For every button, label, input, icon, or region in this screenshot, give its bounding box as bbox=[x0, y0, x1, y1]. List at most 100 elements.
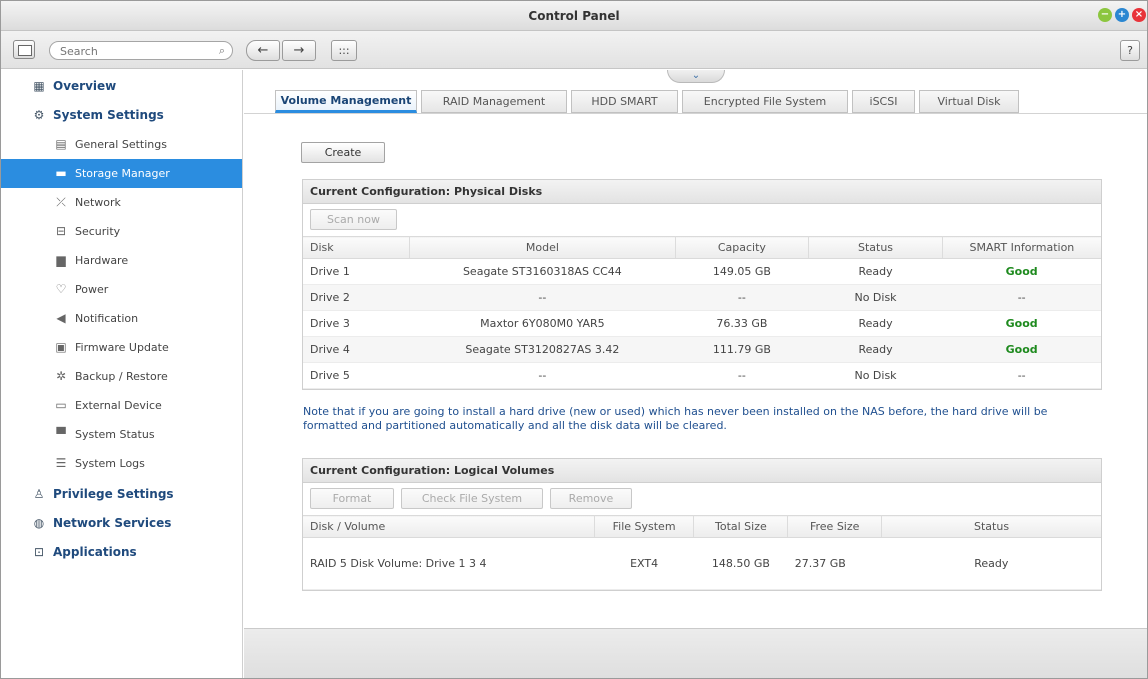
sidebar-item-overview[interactable]: ▦ Overview bbox=[1, 72, 242, 101]
sidebar-item-privilege-settings[interactable]: ♙ Privilege Settings bbox=[1, 480, 242, 509]
tab-virtual-disk[interactable]: Virtual Disk bbox=[919, 90, 1019, 113]
sidebar-item-network-services[interactable]: ◍ Network Services bbox=[1, 509, 242, 538]
sidebar-item-hardware[interactable]: ▆ Hardware bbox=[1, 246, 242, 275]
model-cell: -- bbox=[409, 362, 676, 389]
column-header[interactable]: Model bbox=[409, 236, 676, 259]
tab-raid-management[interactable]: RAID Management bbox=[421, 90, 567, 113]
column-header[interactable]: Disk bbox=[303, 236, 411, 259]
tab-volume-management[interactable]: Volume Management bbox=[275, 90, 417, 113]
sidebar-item-system-status[interactable]: ▀ System Status bbox=[1, 420, 242, 449]
window-title: Control Panel bbox=[528, 9, 620, 23]
model-cell: -- bbox=[409, 284, 676, 311]
general-settings-icon: ▤ bbox=[55, 137, 67, 151]
help-button[interactable]: ? bbox=[1120, 40, 1140, 61]
total-size-cell: 148.50 GB bbox=[693, 537, 788, 590]
table-row[interactable]: RAID 5 Disk Volume: Drive 1 3 4 EXT4 148… bbox=[303, 537, 1101, 590]
smart-cell[interactable]: Good bbox=[942, 258, 1101, 285]
status-cell: Ready bbox=[808, 336, 943, 363]
sidebar-item-external-device[interactable]: ▭ External Device bbox=[1, 391, 242, 420]
capacity-cell: 76.33 GB bbox=[675, 310, 809, 337]
sidebar-item-storage-manager[interactable]: ▬ Storage Manager bbox=[1, 159, 242, 188]
column-header[interactable]: SMART Information bbox=[942, 236, 1101, 259]
back-button[interactable]: ← bbox=[246, 40, 280, 61]
check-file-system-button[interactable]: Check File System bbox=[401, 488, 543, 509]
table-row[interactable]: Drive 4 Seagate ST3120827AS 3.42 111.79 … bbox=[303, 336, 1101, 363]
disk-cell: Drive 2 bbox=[303, 284, 410, 311]
column-header[interactable]: Capacity bbox=[675, 236, 810, 259]
create-button[interactable]: Create bbox=[301, 142, 385, 163]
maximize-icon[interactable]: + bbox=[1115, 8, 1129, 22]
status-cell: Ready bbox=[881, 537, 1101, 590]
sidebar-item-applications[interactable]: ⊡ Applications bbox=[1, 538, 242, 567]
sidebar-item-backup-restore[interactable]: ✲ Backup / Restore bbox=[1, 362, 242, 391]
monitor-icon: ▀ bbox=[56, 427, 66, 441]
tab-iscsi[interactable]: iSCSI bbox=[852, 90, 915, 113]
logs-icon: ☰ bbox=[55, 456, 67, 470]
capacity-cell: 149.05 GB bbox=[675, 258, 809, 285]
disk-cell: Drive 3 bbox=[303, 310, 410, 337]
logical-volumes-table: Disk / Volume File System Total Size Fre… bbox=[303, 515, 1101, 590]
disk-cell: Drive 5 bbox=[303, 362, 410, 389]
table-row[interactable]: Drive 5 -- -- No Disk -- bbox=[303, 362, 1101, 389]
smart-cell[interactable]: Good bbox=[942, 336, 1101, 363]
column-header[interactable]: Status bbox=[881, 515, 1101, 538]
sidebar-item-firmware-update[interactable]: ▣ Firmware Update bbox=[1, 333, 242, 362]
remove-button[interactable]: Remove bbox=[550, 488, 632, 509]
app-menu-icon[interactable] bbox=[13, 40, 35, 59]
apps-grid-button[interactable]: ::: bbox=[331, 40, 357, 61]
format-warning-note: Note that if you are going to install a … bbox=[303, 405, 1048, 432]
sidebar: ▦ Overview ⚙ System Settings ▤ General S… bbox=[1, 70, 243, 678]
smart-cell[interactable]: Good bbox=[942, 310, 1101, 337]
free-size-cell: 27.37 GB bbox=[787, 537, 882, 590]
physical-disks-table: Disk Model Capacity Status SMART Informa… bbox=[303, 236, 1101, 389]
user-icon: ♙ bbox=[33, 487, 45, 501]
column-header[interactable]: File System bbox=[594, 515, 695, 538]
model-cell: Maxtor 6Y080M0 YAR5 bbox=[409, 310, 676, 337]
search-box[interactable]: ⌕ bbox=[49, 41, 233, 60]
status-cell: Ready bbox=[808, 258, 943, 285]
sidebar-item-system-settings[interactable]: ⚙ System Settings bbox=[1, 101, 242, 130]
column-header[interactable]: Free Size bbox=[787, 515, 883, 538]
tab-hdd-smart[interactable]: HDD SMART bbox=[571, 90, 678, 113]
forward-button[interactable]: → bbox=[282, 40, 316, 61]
disk-cell: Drive 1 bbox=[303, 258, 410, 285]
backup-icon: ✲ bbox=[55, 369, 67, 383]
notification-icon: ◀ bbox=[56, 311, 66, 325]
sidebar-item-network[interactable]: ⤫ Network bbox=[1, 188, 242, 217]
search-icon[interactable]: ⌕ bbox=[219, 44, 225, 58]
footer-bar bbox=[244, 628, 1147, 678]
table-row[interactable]: Drive 3 Maxtor 6Y080M0 YAR5 76.33 GB Rea… bbox=[303, 310, 1101, 337]
physical-disks-title: Current Configuration: Physical Disks bbox=[303, 180, 1101, 204]
power-icon: ♡ bbox=[55, 282, 67, 296]
scan-now-button[interactable]: Scan now bbox=[310, 209, 397, 230]
overview-icon: ▦ bbox=[33, 79, 45, 93]
sidebar-item-system-logs[interactable]: ☰ System Logs bbox=[1, 449, 242, 478]
storage-icon: ▬ bbox=[55, 166, 67, 180]
table-row[interactable]: Drive 2 -- -- No Disk -- bbox=[303, 284, 1101, 311]
volume-cell: RAID 5 Disk Volume: Drive 1 3 4 bbox=[303, 537, 595, 590]
status-cell: No Disk bbox=[808, 284, 943, 311]
network-services-icon: ◍ bbox=[33, 516, 45, 530]
model-cell: Seagate ST3160318AS CC44 bbox=[409, 258, 676, 285]
sidebar-item-notification[interactable]: ◀ Notification bbox=[1, 304, 242, 333]
column-header[interactable]: Status bbox=[808, 236, 943, 259]
close-icon[interactable]: × bbox=[1132, 8, 1146, 22]
logical-volumes-panel: Current Configuration: Logical Volumes F… bbox=[302, 458, 1102, 591]
tab-encrypted-file-system[interactable]: Encrypted File System bbox=[682, 90, 848, 113]
column-header[interactable]: Disk / Volume bbox=[303, 515, 595, 538]
logical-volumes-title: Current Configuration: Logical Volumes bbox=[303, 459, 1101, 483]
sidebar-item-security[interactable]: ⊟ Security bbox=[1, 217, 242, 246]
status-cell: No Disk bbox=[808, 362, 943, 389]
search-input[interactable] bbox=[60, 44, 210, 58]
minimize-icon[interactable]: − bbox=[1098, 8, 1112, 22]
status-cell: Ready bbox=[808, 310, 943, 337]
sidebar-item-power[interactable]: ♡ Power bbox=[1, 275, 242, 304]
table-header-row: Disk / Volume File System Total Size Fre… bbox=[303, 515, 1101, 538]
column-header[interactable]: Total Size bbox=[693, 515, 789, 538]
physical-disks-panel: Current Configuration: Physical Disks Sc… bbox=[302, 179, 1102, 390]
sidebar-item-general-settings[interactable]: ▤ General Settings bbox=[1, 130, 242, 159]
collapse-toggle-icon[interactable]: ⌄ bbox=[667, 70, 725, 83]
format-button[interactable]: Format bbox=[310, 488, 394, 509]
external-device-icon: ▭ bbox=[55, 398, 67, 412]
table-row[interactable]: Drive 1 Seagate ST3160318AS CC44 149.05 … bbox=[303, 258, 1101, 285]
